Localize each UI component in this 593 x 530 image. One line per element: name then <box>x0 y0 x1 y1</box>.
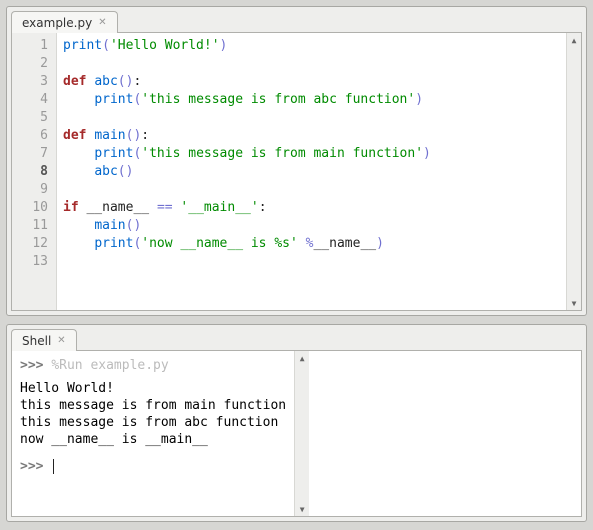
line-number: 4 <box>16 91 48 109</box>
shell-prompt: >>> <box>20 459 43 474</box>
line-number: 9 <box>16 181 48 199</box>
close-icon[interactable]: ✕ <box>57 336 65 346</box>
code-line: print('this message is from main functio… <box>63 145 560 163</box>
scroll-up-icon[interactable]: ▲ <box>567 33 581 47</box>
shell-input-line[interactable]: >>> <box>20 458 286 475</box>
code-line: print('now __name__ is %s' %__name__) <box>63 235 560 253</box>
line-number: 6 <box>16 127 48 145</box>
editor-tab-label: example.py <box>22 16 92 30</box>
editor-tabbar: example.py ✕ <box>7 7 586 33</box>
scroll-up-icon[interactable]: ▲ <box>295 351 309 365</box>
editor-pane: example.py ✕ 12345678910111213 print('He… <box>6 6 587 316</box>
code-line <box>63 253 560 271</box>
line-number: 7 <box>16 145 48 163</box>
shell-output-line: Hello World! <box>20 380 286 397</box>
line-number: 10 <box>16 199 48 217</box>
close-icon[interactable]: ✕ <box>98 18 106 28</box>
line-number: 1 <box>16 37 48 55</box>
line-number: 3 <box>16 73 48 91</box>
code-line <box>63 109 560 127</box>
shell-run-command: %Run example.py <box>51 358 168 373</box>
code-line: print('Hello World!') <box>63 37 560 55</box>
code-line: def abc(): <box>63 73 560 91</box>
code-line: main() <box>63 217 560 235</box>
line-number: 8 <box>16 163 48 181</box>
scroll-down-icon[interactable]: ▼ <box>295 502 309 516</box>
code-area[interactable]: print('Hello World!') def abc(): print('… <box>57 33 566 310</box>
line-number: 2 <box>16 55 48 73</box>
editor-content: 12345678910111213 print('Hello World!') … <box>11 32 582 311</box>
shell-content-wrap: >>> %Run example.py Hello World! this me… <box>11 350 582 517</box>
shell-output[interactable]: >>> %Run example.py Hello World! this me… <box>12 351 294 516</box>
line-number: 12 <box>16 235 48 253</box>
shell-output-line: this message is from main function <box>20 397 286 414</box>
shell-scrollbar[interactable]: ▲ ▼ <box>294 351 309 516</box>
editor-scrollbar[interactable]: ▲ ▼ <box>566 33 581 310</box>
scroll-down-icon[interactable]: ▼ <box>567 296 581 310</box>
shell-blank <box>20 448 286 458</box>
cursor-icon <box>53 459 54 474</box>
shell-output-line: now __name__ is __main__ <box>20 431 286 448</box>
shell-line: >>> %Run example.py <box>20 357 286 374</box>
shell-tab-label: Shell <box>22 334 51 348</box>
code-line: print('this message is from abc function… <box>63 91 560 109</box>
code-line: def main(): <box>63 127 560 145</box>
line-gutter: 12345678910111213 <box>12 33 57 310</box>
line-number: 13 <box>16 253 48 271</box>
editor-tab[interactable]: example.py ✕ <box>11 11 118 33</box>
shell-tabbar: Shell ✕ <box>7 325 586 351</box>
code-line: abc() <box>63 163 560 181</box>
line-number: 11 <box>16 217 48 235</box>
code-line: if __name__ == '__main__': <box>63 199 560 217</box>
shell-pane: Shell ✕ >>> %Run example.py Hello World!… <box>6 324 587 522</box>
line-number: 5 <box>16 109 48 127</box>
code-line <box>63 181 560 199</box>
shell-output-line: this message is from abc function <box>20 414 286 431</box>
code-line <box>63 55 560 73</box>
shell-tab[interactable]: Shell ✕ <box>11 329 77 351</box>
